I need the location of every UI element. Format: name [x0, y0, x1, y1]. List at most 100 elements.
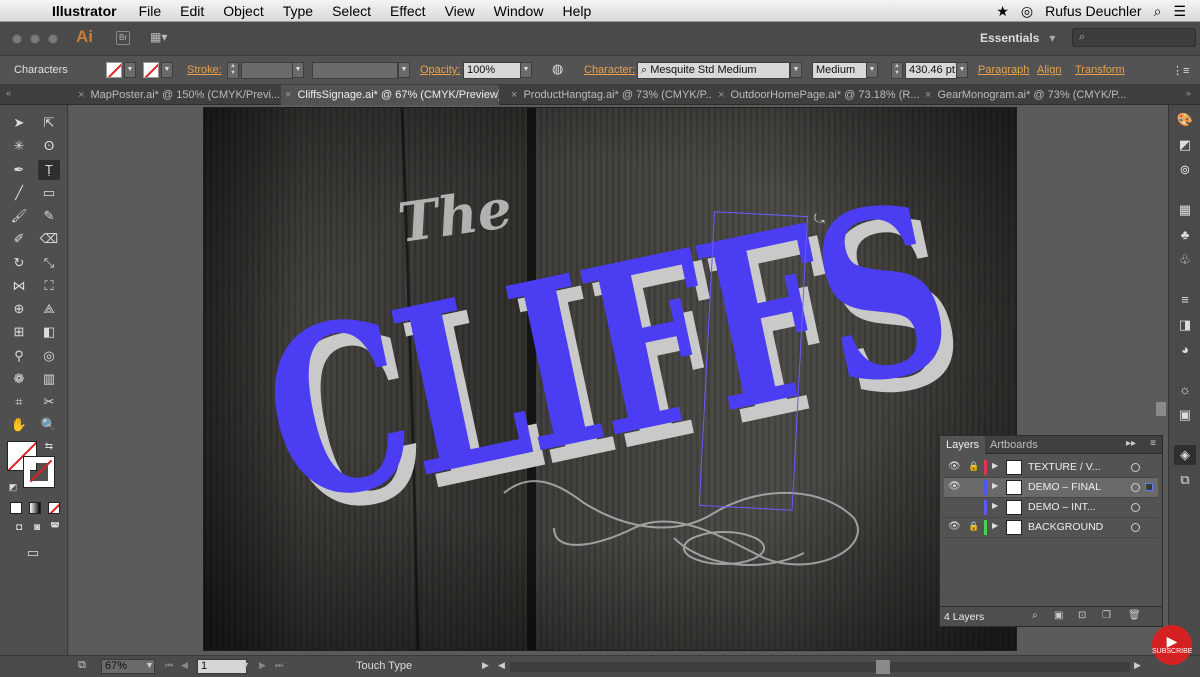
previous-artboard-icon[interactable]: ◀: [181, 660, 188, 671]
appearance-panel-icon[interactable]: ☼: [1174, 380, 1196, 400]
swap-fill-stroke-icon[interactable]: ⇆: [38, 437, 60, 457]
stroke-dropdown[interactable]: ▼: [161, 62, 173, 78]
blend-tool-icon[interactable]: ◎: [38, 346, 60, 366]
font-size-field[interactable]: 430.46 pt: [905, 62, 957, 79]
font-style-field[interactable]: Medium: [812, 62, 867, 79]
gradient-mode-button[interactable]: [29, 502, 41, 514]
selection-indicator-icon[interactable]: [1145, 483, 1153, 491]
stroke-weight-stepper[interactable]: ▲ ▼: [227, 62, 239, 79]
line-segment-tool-icon[interactable]: ╱: [8, 183, 30, 203]
zoom-window-button[interactable]: [48, 34, 58, 44]
scale-tool-icon[interactable]: ⤡: [38, 253, 60, 273]
align-link[interactable]: Align: [1037, 64, 1061, 76]
panel-menu-icon[interactable]: ≡: [1150, 438, 1156, 449]
creative-cloud-icon[interactable]: ◎: [1021, 3, 1033, 20]
pen-tool-icon[interactable]: ✒: [8, 160, 30, 180]
screen-mode-icon[interactable]: ▭: [22, 543, 44, 563]
close-tab-icon[interactable]: ×: [78, 89, 84, 101]
fill-swatch[interactable]: [106, 62, 122, 78]
layer-row[interactable]: 👁 🔒 ▶ TEXTURE / V...: [944, 458, 1158, 478]
tab-outdoor-home-page[interactable]: × OutdoorHomePage.ai* @ 73.18% (R...: [714, 85, 919, 105]
tab-product-hangtag[interactable]: × ProductHangtag.ai* @ 73% (CMYK/P...: [507, 85, 712, 105]
locate-object-icon[interactable]: ⌕: [1032, 610, 1038, 621]
layer-name[interactable]: BACKGROUND: [1028, 521, 1103, 533]
color-guide-icon[interactable]: ◩: [1174, 135, 1196, 155]
eye-icon[interactable]: 👁: [948, 521, 961, 532]
align-panel-icon[interactable]: ▣: [1174, 405, 1196, 425]
menu-file[interactable]: File: [139, 3, 162, 19]
layer-row[interactable]: 👁 🔒 ▶ BACKGROUND: [944, 518, 1158, 538]
workspace-switcher[interactable]: Essentials ▾: [980, 31, 1055, 45]
expand-triangle-icon[interactable]: ▶: [992, 501, 998, 510]
default-fill-stroke-icon[interactable]: ◩: [2, 477, 24, 497]
delete-layer-icon[interactable]: 🗑: [1128, 610, 1141, 621]
font-family-dropdown[interactable]: ▼: [790, 62, 802, 78]
target-circle-icon[interactable]: [1131, 463, 1140, 472]
font-family-field[interactable]: ⌕ Mesquite Std Medium: [637, 62, 790, 79]
zoom-icon[interactable]: ⧉: [78, 659, 86, 672]
make-clipping-mask-icon[interactable]: ▣: [1054, 610, 1063, 621]
star-icon[interactable]: ★: [996, 3, 1009, 20]
opacity-link[interactable]: Opacity:: [420, 64, 460, 76]
zoom-tool-icon[interactable]: 🔍: [38, 415, 60, 435]
rectangle-tool-icon[interactable]: ▭: [38, 183, 60, 203]
fill-dropdown[interactable]: ▼: [124, 62, 136, 78]
target-circle-icon[interactable]: [1131, 483, 1140, 492]
menu-edit[interactable]: Edit: [180, 3, 204, 19]
collapse-icon[interactable]: ▸▸: [1126, 438, 1136, 449]
slice-tool-icon[interactable]: ✂: [38, 392, 60, 412]
stroke-weight-dropdown[interactable]: ▼: [292, 62, 304, 78]
color-panel-icon[interactable]: 🎨: [1174, 110, 1196, 130]
next-artboard-icon[interactable]: ▶: [259, 660, 266, 671]
stroke-weight-field[interactable]: [241, 62, 293, 79]
artboard-tool-icon[interactable]: ⌗: [8, 392, 30, 412]
arrange-documents-icon[interactable]: ▦▾: [150, 30, 176, 46]
minimize-window-button[interactable]: [30, 34, 40, 44]
recolor-artwork-icon[interactable]: ◍: [552, 61, 563, 77]
status-menu-icon[interactable]: ▶: [482, 660, 489, 671]
lasso-tool-icon[interactable]: ʘ: [38, 136, 60, 156]
bridge-button[interactable]: Br: [116, 31, 130, 45]
menu-app-name[interactable]: Illustrator: [52, 3, 117, 19]
character-link[interactable]: Character:: [584, 64, 635, 76]
perspective-grid-tool-icon[interactable]: ⟁: [38, 299, 60, 319]
horizontal-scrollbar[interactable]: [510, 662, 1130, 672]
shape-builder-tool-icon[interactable]: ⊕: [8, 299, 30, 319]
menu-type[interactable]: Type: [283, 3, 313, 19]
swatches-icon[interactable]: ⊚: [1174, 160, 1196, 180]
youtube-subscribe-badge[interactable]: ▶ SUBSCRIBE: [1152, 625, 1192, 665]
new-layer-icon[interactable]: ❐: [1102, 610, 1111, 621]
layer-name[interactable]: TEXTURE / V...: [1028, 461, 1101, 473]
zoom-dropdown-icon[interactable]: ▼: [145, 660, 154, 670]
symbols-icon[interactable]: ♣: [1174, 225, 1196, 245]
free-transform-tool-icon[interactable]: ⛶: [38, 276, 60, 296]
tab-cliffs-signage[interactable]: × CliffsSignage.ai* @ 67% (CMYK/Preview): [281, 85, 499, 105]
scroll-left-icon[interactable]: ◀: [498, 660, 505, 671]
artboard-dropdown-icon[interactable]: ▼: [241, 660, 250, 670]
lock-icon[interactable]: 🔒: [968, 521, 979, 532]
menu-select[interactable]: Select: [332, 3, 371, 19]
menu-help[interactable]: Help: [562, 3, 591, 19]
mesh-tool-icon[interactable]: ⊞: [8, 322, 30, 342]
stroke-link[interactable]: Stroke:: [187, 64, 222, 76]
last-artboard-icon[interactable]: ⏭: [275, 660, 283, 671]
vertical-scroll-thumb[interactable]: [1156, 402, 1166, 416]
graphic-styles-icon[interactable]: ♧: [1174, 250, 1196, 270]
horizontal-scroll-thumb[interactable]: [876, 660, 890, 674]
tab-artboards[interactable]: Artboards: [984, 436, 1044, 454]
font-size-stepper[interactable]: ▲ ▼: [891, 62, 903, 79]
draw-inside-icon[interactable]: ◚: [44, 518, 66, 538]
variable-width-profile[interactable]: [312, 62, 398, 79]
magic-wand-tool-icon[interactable]: ✳: [8, 136, 30, 156]
gradient-panel-icon[interactable]: ◨: [1174, 315, 1196, 335]
hand-tool-icon[interactable]: ✋: [8, 415, 30, 435]
artboard-number-field[interactable]: 1: [197, 659, 247, 674]
stroke-panel-icon[interactable]: ≡: [1174, 290, 1196, 310]
first-artboard-icon[interactable]: ⏮: [165, 660, 173, 671]
menu-view[interactable]: View: [445, 3, 475, 19]
close-tab-icon[interactable]: ×: [511, 89, 517, 101]
user-name[interactable]: Rufus Deuchler: [1045, 3, 1142, 19]
close-tab-icon[interactable]: ×: [285, 89, 291, 101]
menu-window[interactable]: Window: [494, 3, 544, 19]
tab-gear-monogram[interactable]: × GearMonogram.ai* @ 73% (CMYK/P...: [921, 85, 1126, 105]
